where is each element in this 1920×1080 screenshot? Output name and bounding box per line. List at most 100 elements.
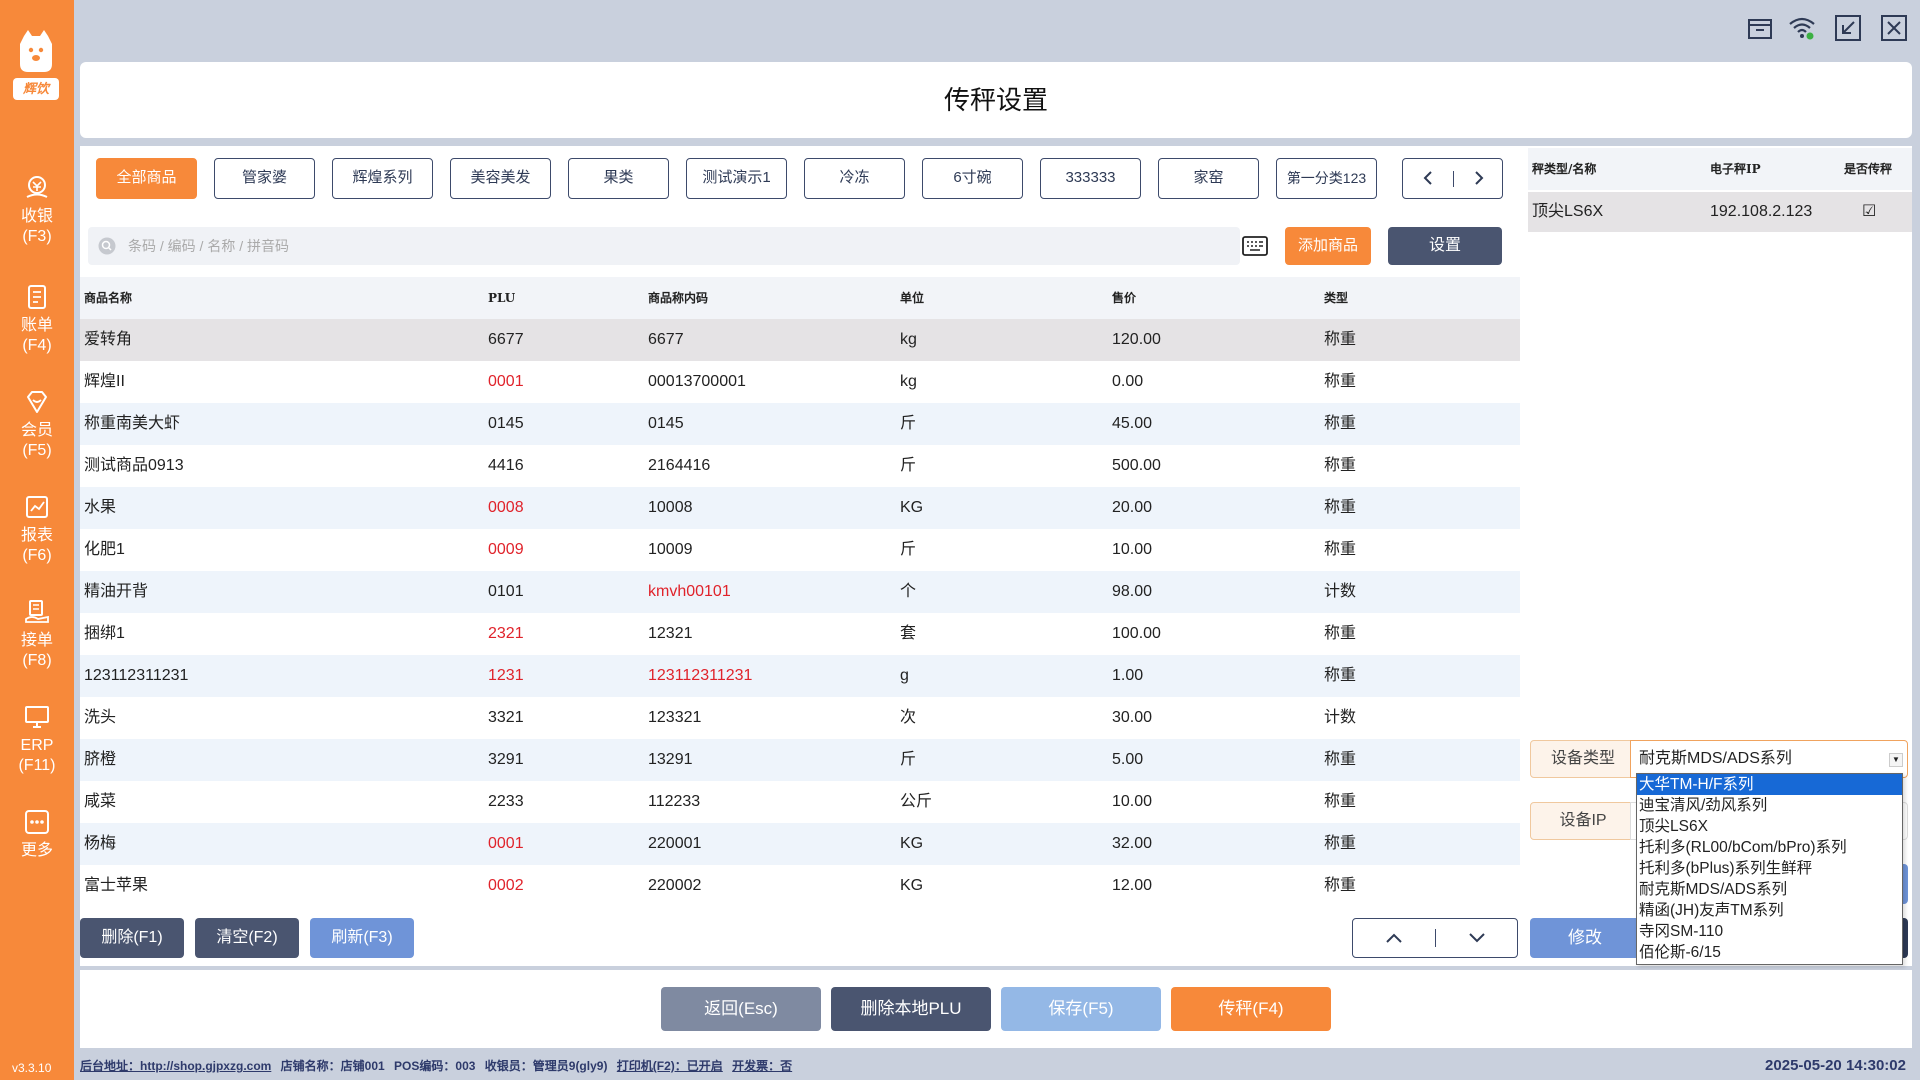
cell-unit: 套	[900, 625, 917, 642]
cell-unit: 个	[900, 583, 917, 600]
nav-member[interactable]: 会员 (F5)	[0, 389, 74, 461]
minimize-icon[interactable]	[1834, 14, 1862, 42]
printer-status[interactable]: 打印机(F2)：已开启	[617, 1059, 723, 1073]
keyboard-icon[interactable]	[1242, 236, 1268, 256]
dropdown-option[interactable]: 顶尖LS6X	[1637, 816, 1902, 837]
category-tab[interactable]: 第一分类123	[1276, 158, 1377, 199]
refresh-button[interactable]: 刷新(F3)	[310, 918, 414, 958]
dropdown-option[interactable]: 佰伦斯-6/15	[1637, 942, 1902, 963]
cell-code: 220002	[648, 877, 702, 894]
page-down-button[interactable]	[1436, 919, 1518, 956]
delete-button[interactable]: 删除(F1)	[80, 918, 184, 958]
cell-plu: 0002	[488, 877, 524, 894]
send-to-scale-button[interactable]: 传秤(F4)	[1171, 987, 1331, 1031]
table-row[interactable]: 称重南美大虾 0145 0145 斤 45.00 称重	[80, 403, 1520, 445]
cell-plu: 0001	[488, 835, 524, 852]
category-tab[interactable]: 辉煌系列	[332, 158, 433, 199]
version-label: v3.3.10	[12, 1061, 52, 1075]
dropdown-option[interactable]: 托利多(RL00/bCom/bPro)系列	[1637, 837, 1902, 858]
category-tab[interactable]: 全部商品	[96, 158, 197, 199]
category-tab[interactable]: 果类	[568, 158, 669, 199]
nav-report[interactable]: 报表 (F6)	[0, 494, 74, 566]
scale-row[interactable]: 顶尖LS6X 192.108.2.123 ☑	[1528, 192, 1912, 232]
category-next-button[interactable]	[1454, 159, 1504, 197]
cell-name: 捆绑1	[84, 625, 125, 642]
table-row[interactable]: 精油开背 0101 kmvh00101 个 98.00 计数	[80, 571, 1520, 613]
table-row[interactable]: 水果 0008 10008 KG 20.00 称重	[80, 487, 1520, 529]
cell-code: 123112311231	[648, 667, 753, 684]
category-tab[interactable]: 测试演示1	[686, 158, 787, 199]
edit-button[interactable]: 修改	[1530, 918, 1640, 958]
category-tab[interactable]: 333333	[1040, 158, 1141, 199]
cell-code: 12321	[648, 625, 693, 642]
clear-button[interactable]: 清空(F2)	[195, 918, 299, 958]
category-tab[interactable]: 管家婆	[214, 158, 315, 199]
nav-bill[interactable]: 账单 (F4)	[0, 284, 74, 356]
chevron-up-icon	[1386, 933, 1402, 943]
category-prev-button[interactable]	[1403, 159, 1453, 197]
table-row[interactable]: 测试商品0913 4416 2164416 斤 500.00 称重	[80, 445, 1520, 487]
close-icon[interactable]	[1880, 14, 1908, 42]
table-row[interactable]: 富士苹果 0002 220002 KG 12.00 称重	[80, 865, 1520, 907]
cash-drawer-icon[interactable]	[1746, 14, 1774, 42]
cell-name: 化肥1	[84, 541, 125, 558]
cell-code: kmvh00101	[648, 583, 731, 600]
dropdown-option[interactable]: 耐克斯MDS/ADS系列	[1637, 879, 1902, 900]
table-row[interactable]: 洗头 3321 123321 次 30.00 计数	[80, 697, 1520, 739]
dropdown-option[interactable]: 精函(JH)友声TM系列	[1637, 900, 1902, 921]
page-up-button[interactable]	[1353, 919, 1435, 956]
dropdown-option[interactable]: 寺冈SM-110	[1637, 921, 1902, 942]
invoice-status[interactable]: 开发票：否	[732, 1059, 792, 1073]
dropdown-option[interactable]: 迪宝清风/劲风系列	[1637, 795, 1902, 816]
cell-unit: 次	[900, 709, 917, 726]
search-input[interactable]	[128, 227, 1168, 265]
nav-label: 接单	[20, 632, 53, 649]
cell-price: 1.00	[1112, 667, 1144, 684]
nav-erp[interactable]: ERP (F11)	[0, 704, 74, 776]
table-row[interactable]: 杨梅 0001 220001 KG 32.00 称重	[80, 823, 1520, 865]
dropdown-arrow-icon[interactable]: ▼	[1889, 753, 1903, 767]
cell-type: 计数	[1324, 709, 1357, 726]
table-row[interactable]: 化肥1 0009 10009 斤 10.00 称重	[80, 529, 1520, 571]
table-row[interactable]: 脐橙 3291 13291 斤 5.00 称重	[80, 739, 1520, 781]
table-row[interactable]: 咸菜 2233 112233 公斤 10.00 称重	[80, 781, 1520, 823]
cell-name: 咸菜	[84, 793, 117, 810]
cell-unit: KG	[900, 835, 924, 852]
nav-order[interactable]: 接单 (F8)	[0, 599, 74, 671]
table-row[interactable]: 爱转角 6677 6677 kg 120.00 称重	[80, 319, 1520, 361]
cashier-icon	[26, 176, 48, 198]
category-tab[interactable]: 家窑	[1158, 158, 1259, 199]
category-tab[interactable]: 6寸碗	[922, 158, 1023, 199]
table-row[interactable]: 辉煌II 0001 00013700001 kg 0.00 称重	[80, 361, 1520, 403]
settings-button[interactable]: 设置	[1388, 227, 1502, 265]
chevron-down-icon	[1469, 932, 1485, 942]
member-icon	[27, 391, 47, 413]
dropdown-option[interactable]: 大华TM-H/F系列	[1637, 774, 1902, 795]
pos-code: POS编码：003	[394, 1059, 476, 1073]
backend-url[interactable]: 后台地址：http://shop.gjpxzg.com	[80, 1059, 271, 1073]
cell-price: 100.00	[1112, 625, 1161, 642]
category-tab[interactable]: 美容美发	[450, 158, 551, 199]
add-product-button[interactable]: 添加商品	[1285, 227, 1371, 265]
delete-local-plu-button[interactable]: 删除本地PLU	[831, 987, 991, 1031]
nav-more[interactable]: 更多	[0, 809, 74, 861]
dropdown-option[interactable]: 托利多(bPlus)系列生鲜秤	[1637, 858, 1902, 879]
cell-price: 12.00	[1112, 877, 1153, 894]
column-header: 是否传秤	[1844, 162, 1893, 176]
send-checkbox[interactable]: ☑	[1862, 192, 1876, 232]
cell-name: 水果	[84, 499, 117, 516]
table-row[interactable]: 123112311231 1231 123112311231 g 1.00 称重	[80, 655, 1520, 697]
device-ip-label: 设备IP	[1530, 802, 1636, 840]
back-button[interactable]: 返回(Esc)	[661, 987, 821, 1031]
cell-price: 10.00	[1112, 793, 1153, 810]
cell-name: 123112311231	[84, 667, 189, 684]
save-button[interactable]: 保存(F5)	[1001, 987, 1161, 1031]
cell-unit: 公斤	[900, 793, 933, 810]
bear-logo-icon	[20, 30, 52, 72]
category-tab[interactable]: 冷冻	[804, 158, 905, 199]
cell-name: 爱转角	[84, 331, 133, 348]
table-row[interactable]: 捆绑1 2321 12321 套 100.00 称重	[80, 613, 1520, 655]
wifi-icon[interactable]	[1788, 14, 1816, 42]
cell-code: 112233	[648, 793, 701, 810]
nav-cashier[interactable]: 收银 (F3)	[0, 175, 74, 247]
